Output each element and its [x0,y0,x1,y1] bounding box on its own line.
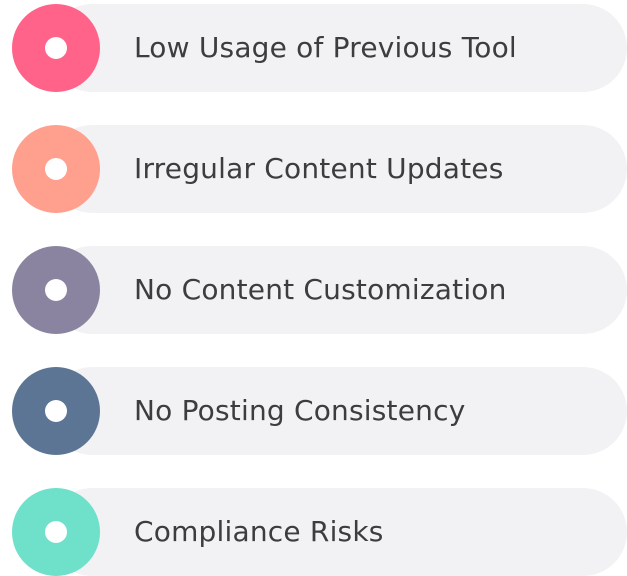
item-label: No Content Customization [134,273,507,306]
dot-icon [45,37,67,59]
bullet-circle-icon [12,246,100,334]
dot-icon [45,158,67,180]
list-item: No Content Customization [12,246,627,334]
bullet-circle-icon [12,488,100,576]
item-label: Low Usage of Previous Tool [134,31,517,64]
bullet-circle-icon [12,125,100,213]
bullet-circle-icon [12,367,100,455]
dot-icon [45,400,67,422]
item-label: No Posting Consistency [134,394,466,427]
issue-list: Low Usage of Previous Tool Irregular Con… [0,0,627,576]
list-item: No Posting Consistency [12,367,627,455]
list-item: Irregular Content Updates [12,125,627,213]
dot-icon [45,521,67,543]
bullet-circle-icon [12,4,100,92]
list-item: Compliance Risks [12,488,627,576]
dot-icon [45,279,67,301]
item-label: Compliance Risks [134,515,384,548]
list-item: Low Usage of Previous Tool [12,4,627,92]
item-label: Irregular Content Updates [134,152,504,185]
